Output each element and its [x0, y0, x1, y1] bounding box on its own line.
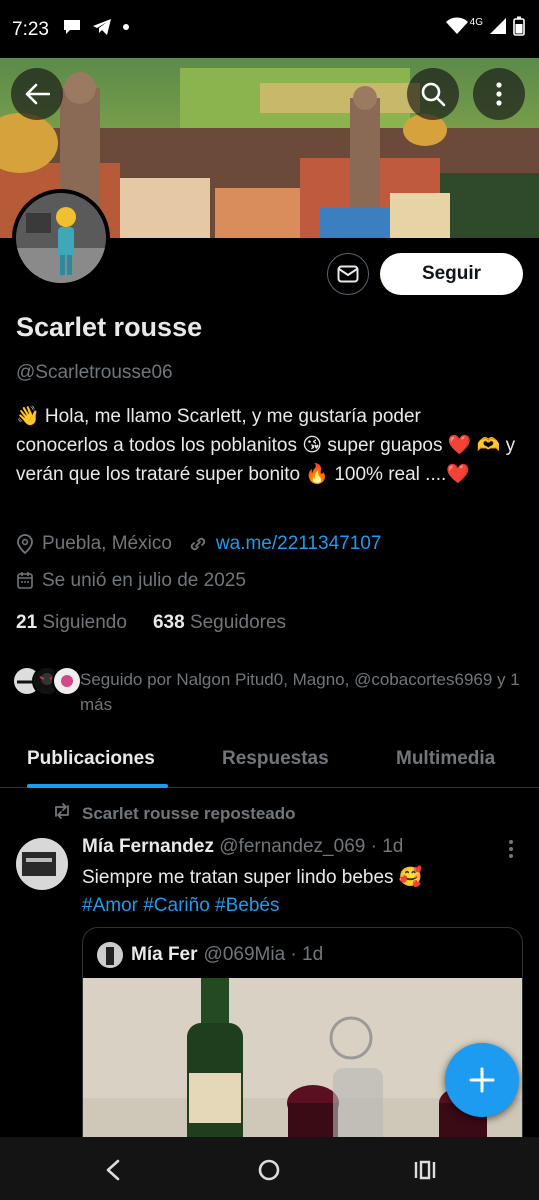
follow-stats: 21 Siguiendo 638 Seguidores [16, 612, 286, 634]
more-options-button[interactable] [473, 68, 525, 120]
back-button[interactable] [11, 68, 63, 120]
nav-back-icon [106, 1159, 120, 1181]
post-more-button[interactable] [504, 838, 518, 865]
nav-home-icon [258, 1159, 280, 1181]
active-tab-indicator [27, 784, 168, 788]
network-label: 4G [469, 16, 483, 28]
compose-post-button[interactable] [445, 1043, 519, 1117]
following-count: 21 [16, 612, 38, 633]
plus-icon [469, 1067, 495, 1093]
nav-recents-icon [414, 1160, 436, 1180]
telegram-icon [93, 19, 111, 35]
system-nav-bar [0, 1137, 539, 1200]
search-icon [421, 82, 446, 107]
avatar-image [16, 193, 106, 283]
post-hashtags[interactable]: #Amor #Cariño #Bebés [82, 895, 280, 916]
status-bar: 7:23 4G [0, 0, 539, 58]
profile-avatar[interactable] [12, 189, 110, 287]
repost-icon [55, 803, 69, 819]
post-header: Mía Fernandez @fernandez_069 · 1d [82, 836, 403, 858]
location-row: Puebla, México wa.me/2211347107 [16, 533, 381, 555]
follow-button[interactable]: Seguir [380, 253, 523, 295]
profile-name: Scarlet rousse [16, 312, 203, 342]
followers-count: 638 [152, 612, 185, 633]
tab-multimedia[interactable]: Multimedia [396, 748, 495, 770]
followed-by-text[interactable]: Seguido por Nalgon Pitud0, Magno, @cobac… [80, 667, 520, 717]
repost-indicator: Scarlet rousse reposteado [52, 802, 296, 825]
profile-tabs: Publicaciones Respuestas Multimedia [0, 730, 539, 788]
followers-label: Seguidores [189, 612, 287, 633]
nav-back-button[interactable] [98, 1155, 128, 1185]
envelope-icon [337, 265, 359, 283]
quoted-post[interactable]: Mía Fer @069Mia · 1d [82, 927, 523, 1157]
tab-publicaciones[interactable]: Publicaciones [27, 748, 155, 770]
more-icon [509, 840, 513, 858]
quoted-post-header: Mía Fer @069Mia · 1d [97, 942, 323, 968]
more-icon [496, 82, 502, 106]
dot-icon [123, 24, 129, 30]
quoted-author-name: Mía Fer [131, 944, 198, 965]
battery-icon [513, 16, 525, 36]
location-text: Puebla, México [42, 533, 172, 554]
calendar-icon [17, 572, 33, 589]
post-author-avatar[interactable] [16, 838, 68, 890]
quoted-author-avatar [97, 942, 123, 968]
followers-stat[interactable]: 638 Seguidores [153, 612, 286, 634]
quoted-post-time: · 1d [290, 944, 324, 965]
quoted-author-handle: @069Mia [203, 944, 286, 965]
notification-icons [62, 18, 130, 36]
nav-home-button[interactable] [254, 1155, 284, 1185]
location-icon [17, 534, 33, 555]
joined-text: Se unió en julio de 2025 [42, 570, 246, 591]
post-body: Siempre me tratan super lindo bebes 🥰 [82, 867, 423, 888]
status-time: 7:23 [12, 19, 49, 40]
post-time: · 1d [370, 836, 404, 857]
signal-icon [490, 18, 506, 34]
tab-respuestas[interactable]: Respuestas [222, 748, 329, 770]
link-icon [190, 537, 206, 551]
website-link[interactable]: wa.me/2211347107 [216, 533, 382, 555]
message-button[interactable] [327, 253, 369, 295]
back-icon [25, 83, 50, 105]
system-icons: 4G [445, 16, 525, 36]
nav-recents-button[interactable] [410, 1155, 440, 1185]
post-text: Siempre me tratan super lindo bebes 🥰 #A… [82, 864, 522, 920]
wifi-icon [445, 17, 468, 34]
profile-handle: @Scarletrousse06 [16, 362, 173, 383]
joined-row: Se unió en julio de 2025 [16, 570, 246, 592]
post-author-handle[interactable]: @fernandez_069 [219, 836, 365, 857]
following-label: Siguiendo [42, 612, 127, 633]
followed-by-avatars[interactable] [12, 666, 82, 696]
profile-bio: 👋 Hola, me llamo Scarlett, y me gustaría… [16, 406, 516, 485]
repost-label: Scarlet rousse reposteado [82, 803, 296, 823]
search-button[interactable] [407, 68, 459, 120]
follower-avatar [52, 666, 82, 696]
chat-icon [64, 20, 80, 34]
following-stat[interactable]: 21 Siguiendo [16, 612, 127, 634]
post-author-name[interactable]: Mía Fernandez [82, 836, 214, 857]
